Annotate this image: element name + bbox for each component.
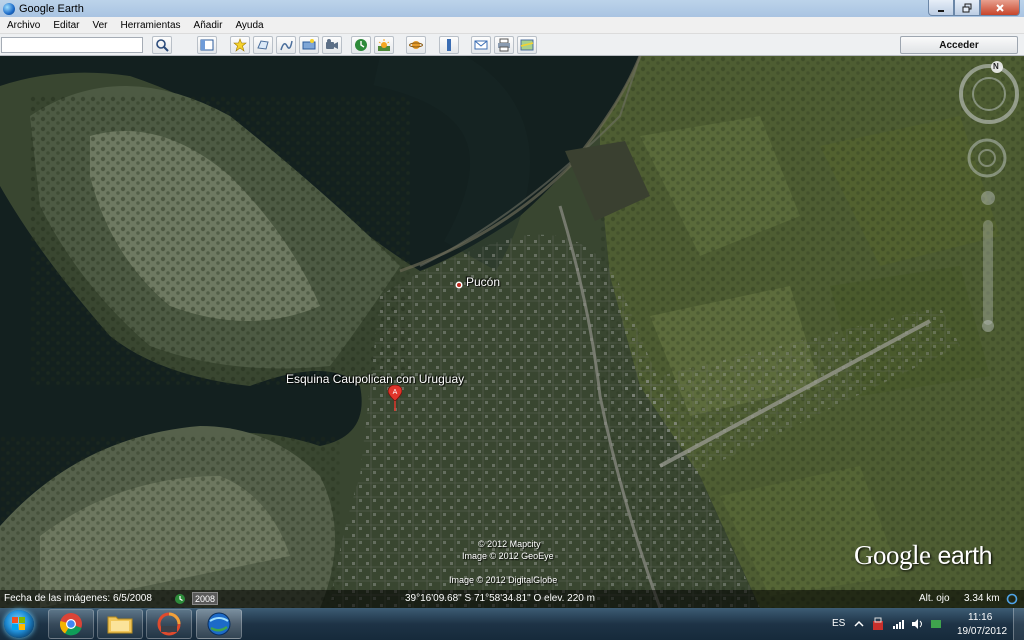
- menu-ayuda[interactable]: Ayuda: [228, 20, 269, 31]
- close-button[interactable]: [980, 0, 1020, 16]
- search-input[interactable]: [1, 37, 143, 53]
- clock-date[interactable]: 19/07/2012: [957, 626, 1007, 637]
- menu-ver[interactable]: Ver: [85, 20, 113, 31]
- sunlight-button[interactable]: [374, 36, 394, 54]
- google-earth-logo: Google earth: [854, 540, 992, 570]
- path-icon: [280, 40, 293, 51]
- windows-logo-icon: [12, 617, 25, 630]
- minimize-icon: [938, 9, 944, 12]
- image-overlay-button[interactable]: [299, 36, 319, 54]
- title-bar: Google Earth: [0, 0, 1024, 17]
- clock-time[interactable]: 11:16: [968, 612, 992, 623]
- print-icon: [498, 38, 510, 52]
- navigation-controls[interactable]: [955, 60, 1021, 340]
- attribution-geoeye: Image © 2012 GeoEye: [462, 551, 554, 561]
- windows-taskbar: ES 11:16 19/07/2012: [0, 608, 1024, 640]
- svg-text:A: A: [393, 389, 398, 396]
- historical-imagery-status-icon[interactable]: [173, 593, 187, 605]
- media-icon: [157, 612, 181, 636]
- polygon-icon: [257, 40, 269, 50]
- placemark-button[interactable]: [230, 36, 250, 54]
- map-status-bar: Fecha de las imágenes: 6/5/2008 2008 39°…: [0, 590, 1024, 608]
- language-indicator[interactable]: ES: [832, 618, 845, 629]
- toolbar: Acceder: [0, 34, 1024, 56]
- menu-bar: Archivo Editar Ver Herramientas Añadir A…: [0, 17, 1024, 34]
- email-button[interactable]: [471, 36, 491, 54]
- minimize-button[interactable]: [928, 0, 954, 16]
- ruler-button[interactable]: [439, 36, 459, 54]
- start-button[interactable]: [4, 610, 34, 638]
- streaming-progress-icon: [1006, 593, 1018, 605]
- window-controls: [928, 0, 1020, 16]
- search-button[interactable]: [152, 36, 172, 54]
- attribution-digitalglobe: Image © 2012 DigitalGlobe: [449, 575, 558, 585]
- menu-herramientas[interactable]: Herramientas: [114, 20, 187, 31]
- menu-archivo[interactable]: Archivo: [0, 20, 46, 31]
- town-label[interactable]: Pucón: [466, 275, 500, 289]
- placemark-pin-icon[interactable]: A: [388, 385, 402, 413]
- image-overlay-icon: [302, 39, 316, 50]
- tray-security-icon[interactable]: [872, 617, 884, 631]
- email-icon: [474, 40, 488, 50]
- show-desktop-button[interactable]: [1013, 608, 1024, 640]
- imagery-date: Fecha de las imágenes: 6/5/2008: [4, 593, 152, 604]
- path-button[interactable]: [276, 36, 296, 54]
- sidebar-icon: [200, 39, 214, 51]
- satellite-imagery[interactable]: [0, 56, 1024, 608]
- taskbar-media[interactable]: [146, 609, 192, 639]
- folder-icon: [107, 616, 133, 634]
- eye-altitude-value: 3.34 km: [964, 593, 1000, 604]
- view-in-maps-icon: [520, 39, 534, 51]
- placemark-icon: [233, 38, 247, 52]
- search-icon: [156, 39, 169, 52]
- record-tour-button[interactable]: [322, 36, 342, 54]
- ruler-icon: [447, 39, 451, 51]
- close-icon: [996, 3, 1004, 12]
- tray-sync-icon[interactable]: [930, 618, 942, 630]
- historical-imagery-button[interactable]: [351, 36, 371, 54]
- menu-editar[interactable]: Editar: [46, 20, 85, 31]
- polygon-button[interactable]: [253, 36, 273, 54]
- sidebar-button[interactable]: [197, 36, 217, 54]
- google-earth-screen: Google Earth Archivo Editar Ver Herramie…: [0, 0, 1024, 640]
- compass-north-label: N: [993, 62, 999, 71]
- restore-button[interactable]: [954, 0, 980, 16]
- google-earth-app-icon: [3, 2, 15, 15]
- taskbar-chrome[interactable]: [48, 609, 94, 639]
- placemark-label[interactable]: Esquina Caupolican con Uruguay: [286, 372, 464, 386]
- tray-show-hidden-icon[interactable]: [854, 619, 864, 629]
- tray-volume-icon[interactable]: [911, 618, 925, 630]
- signin-button[interactable]: Acceder: [900, 36, 1018, 54]
- town-marker-icon[interactable]: [454, 280, 464, 290]
- cursor-coordinates: 39°16'09.68" S 71°58'34.81" O elev. 220 …: [405, 593, 595, 604]
- map-view[interactable]: A Pucón Esquina Caupolican con Uruguay N…: [0, 56, 1024, 608]
- view-in-maps-button[interactable]: [517, 36, 537, 54]
- taskbar-google-earth[interactable]: [196, 609, 242, 639]
- menu-anadir[interactable]: Añadir: [187, 20, 229, 31]
- taskbar-explorer[interactable]: [97, 609, 143, 639]
- imagery-year-badge[interactable]: 2008: [192, 592, 218, 605]
- planets-icon: [409, 41, 423, 49]
- restore-icon: [962, 3, 972, 12]
- sunlight-icon: [378, 39, 390, 51]
- planets-button[interactable]: [406, 36, 426, 54]
- window-title: Google Earth: [19, 2, 84, 15]
- eye-altitude-label: Alt. ojo: [919, 593, 950, 604]
- record-tour-icon: [326, 39, 338, 49]
- chrome-icon: [59, 613, 82, 636]
- tray-network-icon[interactable]: [892, 618, 906, 630]
- historical-imagery-icon: [355, 39, 367, 51]
- attribution-mapcity: © 2012 Mapcity: [478, 539, 541, 549]
- print-button[interactable]: [494, 36, 514, 54]
- google-earth-icon: [207, 612, 231, 636]
